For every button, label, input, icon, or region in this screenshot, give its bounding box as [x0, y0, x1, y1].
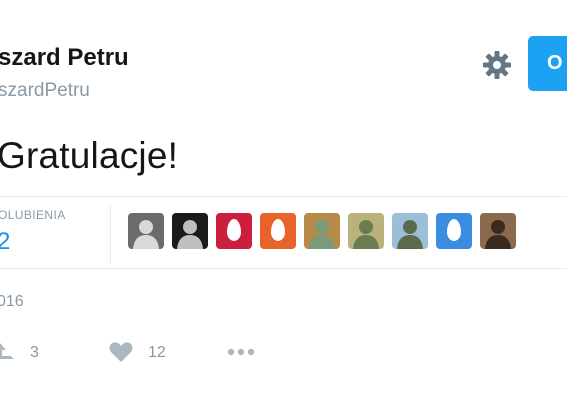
egg-shape — [227, 219, 241, 241]
egg-shape — [271, 219, 285, 241]
avatar-photo-bw-icon[interactable] — [172, 213, 208, 249]
default-egg-avatar-icon[interactable] — [216, 213, 252, 249]
avatar-photo-woman-icon[interactable] — [128, 213, 164, 249]
author-display-name[interactable]: szard Petru — [0, 44, 129, 72]
more-button[interactable] — [226, 340, 260, 364]
divider — [0, 268, 567, 269]
tweet-timestamp[interactable]: 016 — [0, 293, 24, 311]
egg-shape — [447, 219, 461, 241]
retweet-icon — [0, 343, 14, 359]
likes-count[interactable]: 2 — [0, 228, 10, 256]
retweet-button[interactable]: 3 — [0, 340, 52, 364]
stats-divider — [110, 204, 111, 264]
avatar-photo-outdoor-icon[interactable] — [304, 213, 340, 249]
heart-icon — [109, 342, 133, 362]
retweet-count: 3 — [30, 344, 39, 361]
author-handle[interactable]: szardPetru — [0, 80, 90, 102]
follow-button[interactable]: O — [528, 36, 567, 91]
like-button[interactable]: 12 — [108, 340, 174, 364]
default-egg-avatar-icon[interactable] — [436, 213, 472, 249]
tweet-text: Gratulacje! — [0, 135, 179, 176]
avatar-photo-field-icon[interactable] — [348, 213, 384, 249]
divider — [0, 196, 567, 197]
settings-gear-icon[interactable] — [480, 48, 514, 82]
avatar-photo-sky-icon[interactable] — [392, 213, 428, 249]
default-egg-avatar-icon[interactable] — [260, 213, 296, 249]
like-count: 12 — [148, 344, 166, 361]
avatar-photo-man-icon[interactable] — [480, 213, 516, 249]
more-dots-icon — [227, 348, 255, 356]
likes-label: OLUBIENIA — [0, 208, 66, 222]
